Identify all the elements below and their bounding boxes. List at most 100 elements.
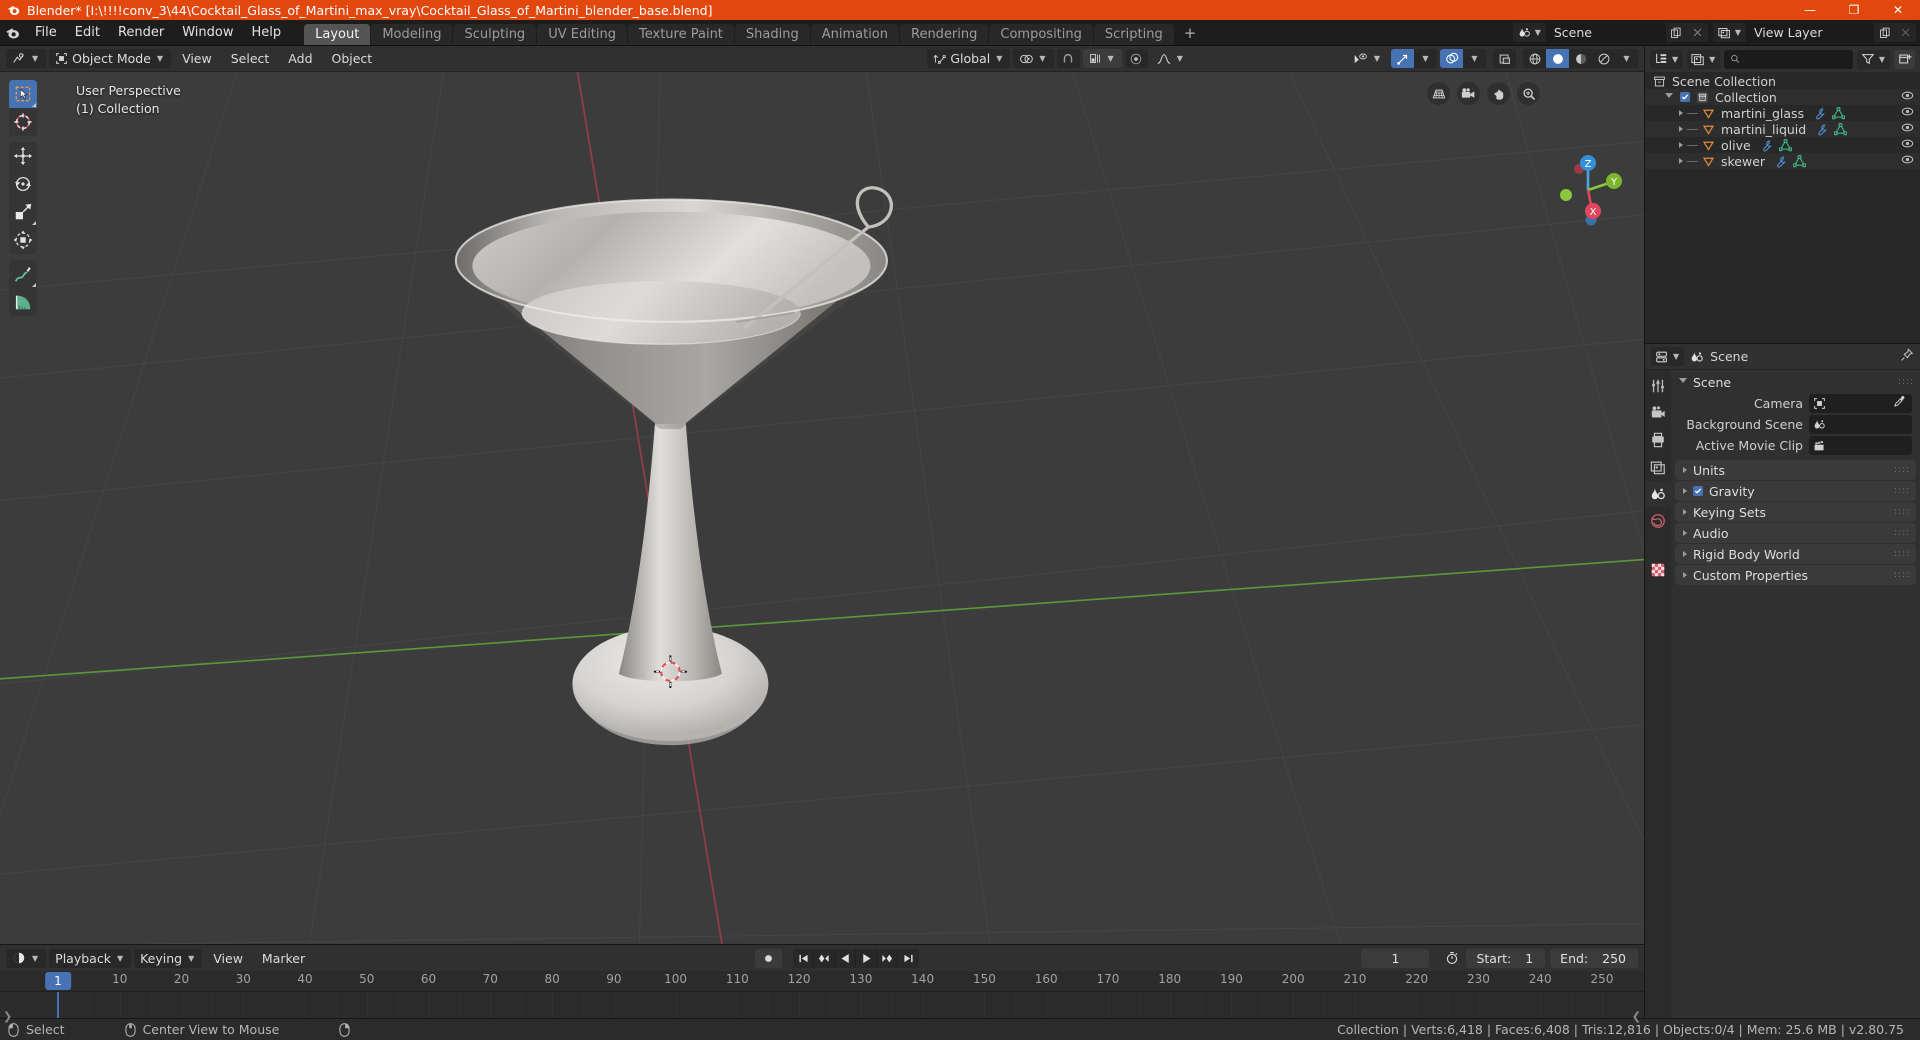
audio-panel-header[interactable]: Audio :::: xyxy=(1675,523,1916,543)
3d-viewport[interactable]: User Perspective (1) Collection Z Y X xyxy=(0,72,1644,944)
delete-view-layer-button[interactable] xyxy=(1895,23,1916,42)
tool-tab[interactable] xyxy=(1645,373,1671,399)
tab-layout[interactable]: Layout xyxy=(304,24,371,45)
play-icon[interactable] xyxy=(856,948,878,968)
panel-expand-icon[interactable] xyxy=(1683,467,1687,473)
expand-triangle-icon[interactable] xyxy=(1665,93,1673,101)
panel-expand-icon[interactable] xyxy=(1683,572,1687,578)
timeline-editor-type-button[interactable]: ▼ xyxy=(6,948,47,968)
falloff-dropdown[interactable]: ▼ xyxy=(1151,49,1191,68)
outliner-new-collection-button[interactable] xyxy=(1894,49,1915,69)
timeline-menu-playback[interactable]: Playback ▼ xyxy=(49,948,132,968)
properties-editor-type-button[interactable]: ▼ xyxy=(1651,347,1685,366)
prev-keyframe-icon[interactable] xyxy=(814,948,836,968)
expand-triangle-icon[interactable] xyxy=(1679,142,1683,148)
outliner-tree[interactable]: Scene Collection Collection martini_glas… xyxy=(1645,72,1920,343)
play-reverse-icon[interactable] xyxy=(835,948,857,968)
mesh-data-icon[interactable] xyxy=(1834,122,1848,136)
menu-file[interactable]: File xyxy=(26,20,66,46)
visibility-eye-icon[interactable] xyxy=(1901,153,1914,169)
viewport-menu-select[interactable]: Select xyxy=(223,49,278,68)
units-panel-header[interactable]: Units :::: xyxy=(1675,460,1916,480)
gizmo-dropdown-chevron[interactable]: ▼ xyxy=(1414,49,1437,68)
timeline-menu-keying[interactable]: Keying ▼ xyxy=(134,948,203,968)
scene-name-field[interactable]: Scene xyxy=(1545,23,1666,42)
toggle-xray-icon[interactable] xyxy=(1493,49,1516,68)
visibility-eye-icon[interactable] xyxy=(1901,89,1914,105)
menu-edit[interactable]: Edit xyxy=(66,20,109,46)
select-box-tool[interactable] xyxy=(9,80,37,108)
timeline-scroll-left-icon[interactable]: ❯ xyxy=(3,1010,12,1023)
tab-rendering[interactable]: Rendering xyxy=(900,24,989,45)
show-overlays-icon[interactable] xyxy=(1440,49,1463,68)
visibility-eye-icon[interactable] xyxy=(1901,121,1914,137)
rotate-tool[interactable] xyxy=(9,170,37,198)
shading-material-icon[interactable] xyxy=(1569,49,1592,68)
panel-expand-icon[interactable] xyxy=(1683,551,1687,557)
active-movie-clip-field[interactable] xyxy=(1809,436,1912,455)
auto-keying-button[interactable] xyxy=(755,948,783,968)
shading-rendered-icon[interactable] xyxy=(1592,49,1615,68)
view-layer-name-field[interactable]: View Layer xyxy=(1746,23,1874,42)
annotate-tool[interactable] xyxy=(9,260,37,288)
view-layer-selector[interactable]: ▼ View Layer xyxy=(1712,23,1916,42)
scene-selector[interactable]: ▼ Scene xyxy=(1512,23,1708,42)
use-preview-range-icon[interactable] xyxy=(1441,949,1463,968)
proportional-edit-icon[interactable] xyxy=(1125,49,1148,68)
current-frame-field[interactable]: 1 xyxy=(1361,948,1430,968)
timeline-scroll-right-icon[interactable]: ❮ xyxy=(1632,1010,1641,1023)
tab-scripting[interactable]: Scripting xyxy=(1093,24,1174,45)
pin-icon[interactable] xyxy=(1900,347,1914,366)
modifier-icon[interactable] xyxy=(1761,139,1774,152)
menu-help[interactable]: Help xyxy=(243,20,291,46)
snap-to-dropdown[interactable]: ▼ xyxy=(1082,49,1122,68)
frame-start-field[interactable]: Start: 1 xyxy=(1466,948,1546,968)
viewport-menu-object[interactable]: Object xyxy=(324,49,381,68)
keying-sets-panel-header[interactable]: Keying Sets :::: xyxy=(1675,502,1916,522)
outliner-editor-type-button[interactable]: ▼ xyxy=(1650,49,1684,69)
visibility-eye-icon[interactable] xyxy=(1901,105,1914,121)
outliner-row-martini-glass[interactable]: martini_glass xyxy=(1645,105,1920,121)
tab-sculpting[interactable]: Sculpting xyxy=(453,24,537,45)
show-gizmo-icon[interactable] xyxy=(1391,49,1414,68)
pivot-point-dropdown[interactable]: ▼ xyxy=(1013,49,1054,68)
delete-scene-button[interactable] xyxy=(1686,23,1708,42)
scale-tool[interactable] xyxy=(9,198,37,226)
custom-properties-panel-header[interactable]: Custom Properties :::: xyxy=(1675,565,1916,585)
measure-tool[interactable] xyxy=(9,288,37,316)
overlay-dropdown-chevron[interactable]: ▼ xyxy=(1463,49,1486,68)
scene-tab[interactable] xyxy=(1645,481,1671,507)
jump-end-icon[interactable] xyxy=(898,949,919,968)
background-scene-field[interactable] xyxy=(1809,415,1912,434)
gravity-checkbox[interactable] xyxy=(1693,486,1703,496)
timeline-menu-marker[interactable]: Marker xyxy=(254,949,313,968)
timeline-playhead-label[interactable]: 1 xyxy=(45,972,71,990)
panel-expand-icon[interactable] xyxy=(1683,488,1687,494)
viewport-menu-add[interactable]: Add xyxy=(280,49,320,68)
timeline-track-area[interactable]: ❯ ❮ xyxy=(0,991,1644,1023)
outliner-filter-button[interactable]: ▼ xyxy=(1856,49,1890,69)
outliner-row-scene-collection[interactable]: Scene Collection xyxy=(1645,73,1920,89)
menu-render[interactable]: Render xyxy=(109,20,173,46)
outliner-row-olive[interactable]: olive xyxy=(1645,137,1920,153)
frame-end-field[interactable]: End: 250 xyxy=(1550,948,1638,968)
timeline-menu-view[interactable]: View xyxy=(205,949,251,968)
modifier-icon[interactable] xyxy=(1814,107,1827,120)
outliner-row-skewer[interactable]: skewer xyxy=(1645,153,1920,169)
visibility-dropdown[interactable]: ▼ xyxy=(1347,49,1388,68)
move-tool[interactable] xyxy=(9,142,37,170)
new-scene-button[interactable] xyxy=(1665,23,1687,42)
expand-triangle-icon[interactable] xyxy=(1679,110,1683,116)
grid-toggle-icon[interactable] xyxy=(1427,82,1450,105)
outliner-row-martini-liquid[interactable]: martini_liquid xyxy=(1645,121,1920,137)
viewport-menu-view[interactable]: View xyxy=(174,49,220,68)
modifier-icon[interactable] xyxy=(1816,123,1829,136)
outliner-search-field[interactable] xyxy=(1724,49,1853,69)
visibility-eye-icon[interactable] xyxy=(1901,137,1914,153)
texture-tab[interactable] xyxy=(1645,557,1671,583)
rigid-body-world-panel-header[interactable]: Rigid Body World :::: xyxy=(1675,544,1916,564)
tab-compositing[interactable]: Compositing xyxy=(989,24,1093,45)
mesh-data-icon[interactable] xyxy=(1778,138,1792,152)
transform-orientation-dropdown[interactable]: Global ▼ xyxy=(927,49,1011,68)
outliner-search-input[interactable] xyxy=(1745,51,1847,67)
